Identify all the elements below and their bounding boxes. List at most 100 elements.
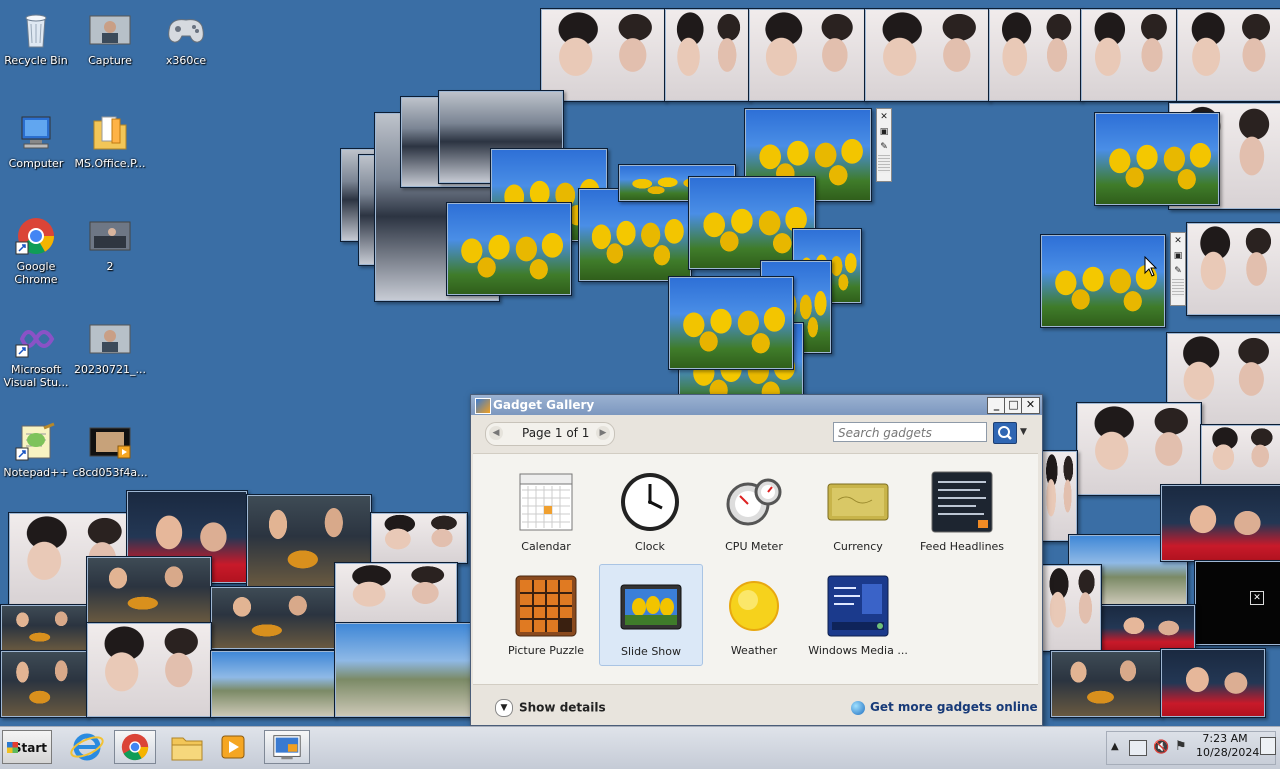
- photo-tile[interactable]: [334, 562, 458, 624]
- gadget-weather[interactable]: Weather: [703, 564, 805, 664]
- photo-tile[interactable]: [1040, 450, 1078, 542]
- chrome-icon: [14, 216, 58, 256]
- photo-tile[interactable]: [446, 202, 572, 296]
- gadget-feed-headlines[interactable]: Feed Headlines: [911, 460, 1013, 560]
- gadget-slide-show[interactable]: Slide Show: [599, 564, 703, 666]
- recycle-bin-icon: [14, 10, 58, 50]
- search-input[interactable]: Search gadgets: [833, 422, 987, 442]
- gadget-clock[interactable]: Clock: [599, 460, 701, 560]
- currency-icon: [826, 470, 890, 534]
- previous-page-button[interactable]: ◀: [489, 426, 503, 440]
- photo-tile[interactable]: [1040, 234, 1166, 328]
- taskbar-internet-explorer[interactable]: [66, 730, 108, 764]
- photo-tile[interactable]: [1176, 8, 1280, 102]
- photo-tile[interactable]: [1080, 8, 1178, 102]
- photo-tile[interactable]: [1160, 648, 1266, 718]
- photo-tile[interactable]: [370, 512, 468, 564]
- gadget-controls[interactable]: ✕ ▣ ✎: [876, 108, 892, 182]
- volume-muted-icon[interactable]: 🔇: [1153, 740, 1169, 755]
- taskbar-media-player[interactable]: [212, 730, 254, 764]
- photo-tile[interactable]: [0, 650, 88, 718]
- photo-tile[interactable]: [1160, 484, 1280, 562]
- gadget-gallery-window[interactable]: Gadget Gallery _ □ ✕ ◀ Page 1 of 1 ▶ Sea…: [470, 394, 1043, 726]
- taskbar-chrome[interactable]: [114, 730, 156, 764]
- larger-size-icon[interactable]: ▣: [1172, 249, 1184, 263]
- photo-tile[interactable]: [578, 188, 692, 282]
- gadget-label: Slide Show: [620, 645, 682, 658]
- photo-tile[interactable]: [0, 604, 88, 652]
- get-more-gadgets-link[interactable]: Get more gadgets online: [851, 700, 1038, 715]
- desktop-icon-2[interactable]: 2: [71, 210, 149, 273]
- photo-tile[interactable]: [1040, 564, 1102, 652]
- desktop-icon-x360ce[interactable]: x360ce: [147, 4, 225, 67]
- drag-grip-icon[interactable]: [1172, 279, 1184, 297]
- show-hidden-icons-button[interactable]: ▲: [1111, 741, 1119, 752]
- desktop-icon-label: Recycle Bin: [4, 54, 68, 67]
- photo-tile[interactable]: [1050, 650, 1162, 718]
- options-icon[interactable]: ✎: [1172, 264, 1184, 278]
- desktop-icon-notepad-plus-plus[interactable]: Notepad++: [0, 416, 75, 479]
- title-bar[interactable]: Gadget Gallery _ □ ✕: [471, 395, 1042, 415]
- photo-tile[interactable]: [748, 8, 866, 102]
- options-icon[interactable]: ✎: [878, 140, 890, 154]
- close-icon[interactable]: ✕: [878, 110, 890, 124]
- taskbar-gadget-gallery[interactable]: [264, 730, 310, 764]
- desktop-icon-visual-studio[interactable]: Microsoft Visual Stu...: [0, 313, 75, 389]
- photo-tile[interactable]: [988, 8, 1082, 102]
- photo-tile[interactable]: [334, 622, 472, 718]
- close-icon[interactable]: ✕: [1250, 591, 1264, 605]
- photo-tile[interactable]: [210, 650, 336, 718]
- photo-tile[interactable]: [210, 586, 336, 650]
- weather-icon: [722, 574, 786, 638]
- show-details-toggle[interactable]: ▼ Show details: [495, 699, 606, 717]
- gadget-windows-media[interactable]: Windows Media ...: [807, 564, 909, 664]
- media-player-icon: [221, 735, 245, 759]
- photo-tile[interactable]: [668, 276, 794, 370]
- network-icon[interactable]: [1129, 740, 1147, 756]
- gadget-picture-puzzle[interactable]: Picture Puzzle: [495, 564, 597, 664]
- desktop-icon-ms-office[interactable]: MS.Office.P...: [71, 107, 149, 170]
- gadget-cpu-meter[interactable]: CPU Meter: [703, 460, 805, 560]
- search-button[interactable]: [993, 422, 1017, 444]
- photo-tile[interactable]: [1076, 402, 1202, 496]
- search-icon: [998, 426, 1012, 440]
- gadget-calendar[interactable]: Calendar: [495, 460, 597, 560]
- action-center-flag-icon[interactable]: ⚑: [1175, 739, 1187, 754]
- search-options-dropdown[interactable]: ▼: [1020, 427, 1027, 437]
- desktop-icon-recycle-bin[interactable]: Recycle Bin: [0, 4, 75, 67]
- windows-media-icon: [826, 574, 890, 638]
- next-page-button[interactable]: ▶: [596, 426, 610, 440]
- photo-tile[interactable]: [86, 622, 212, 718]
- photo-tile[interactable]: [1186, 222, 1280, 316]
- start-button[interactable]: Start: [2, 730, 52, 764]
- system-clock[interactable]: 7:23 AM 10/28/2024: [1196, 732, 1259, 760]
- photo-tile[interactable]: [540, 8, 666, 102]
- desktop-icon-label: Microsoft Visual Stu...: [3, 363, 69, 389]
- image-thumbnail-icon: [88, 216, 132, 256]
- gadget-gallery-icon: [273, 735, 301, 760]
- desktop-icon-video-file[interactable]: c8cd053f4a...: [71, 416, 149, 479]
- photo-tile[interactable]: [664, 8, 750, 102]
- photo-tile[interactable]: [1100, 604, 1196, 652]
- desktop[interactable]: ✕ ▣ ✎ ✕ ▣ ✎ ✕ Recycle Bin Capture x360ce…: [0, 0, 1280, 726]
- photo-tile[interactable]: [86, 556, 212, 624]
- photo-tile[interactable]: ✕: [1194, 560, 1280, 646]
- show-desktop-button[interactable]: [1260, 737, 1276, 755]
- desktop-icon-computer[interactable]: Computer: [0, 107, 75, 170]
- taskbar-file-explorer[interactable]: [166, 730, 208, 764]
- close-icon[interactable]: ✕: [1172, 234, 1184, 248]
- desktop-icon-google-chrome[interactable]: Google Chrome: [0, 210, 75, 286]
- show-details-label: Show details: [519, 700, 606, 715]
- drag-grip-icon[interactable]: [878, 155, 890, 173]
- desktop-icon-capture[interactable]: Capture: [71, 4, 149, 67]
- gadget-currency[interactable]: Currency: [807, 460, 909, 560]
- close-button[interactable]: ✕: [1021, 397, 1040, 414]
- larger-size-icon[interactable]: ▣: [878, 125, 890, 139]
- photo-tile[interactable]: [1094, 112, 1220, 206]
- gadget-controls[interactable]: ✕ ▣ ✎: [1170, 232, 1186, 306]
- clock-icon: [618, 470, 682, 534]
- photo-tile[interactable]: [864, 8, 990, 102]
- photo-tile[interactable]: [1200, 424, 1280, 488]
- desktop-icon-20230721[interactable]: 20230721_...: [71, 313, 149, 376]
- notepad-plus-plus-icon: [14, 422, 58, 462]
